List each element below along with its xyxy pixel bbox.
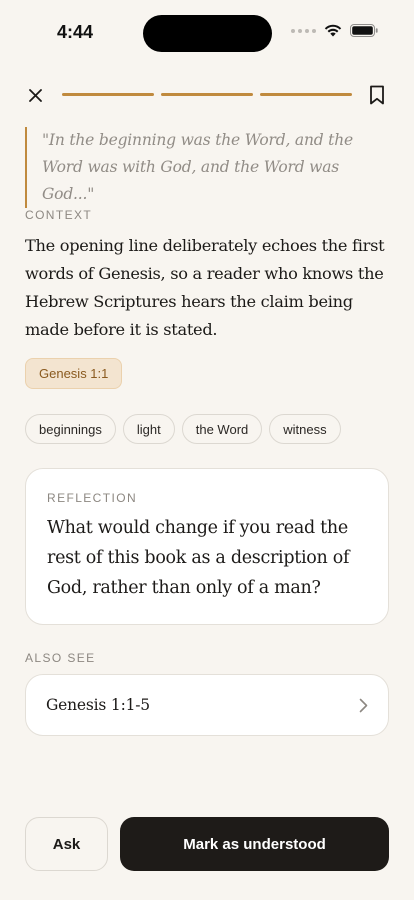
status-icons — [291, 24, 378, 37]
progress-bar — [62, 93, 352, 96]
mark-understood-button[interactable]: Mark as understood — [120, 817, 389, 871]
wifi-icon — [324, 24, 342, 37]
tag-chip[interactable]: beginnings — [25, 414, 116, 444]
progress-segment — [260, 93, 352, 96]
context-body: The opening line deliberately echoes the… — [25, 236, 385, 339]
header — [0, 80, 414, 110]
scripture-quote: "In the beginning was the Word, and the … — [25, 127, 390, 208]
reflection-card: REFLECTION What would change if you read… — [25, 468, 389, 625]
context-label: CONTEXT — [25, 208, 93, 222]
tag-chip[interactable]: witness — [269, 414, 341, 444]
status-time: 4:44 — [57, 22, 94, 42]
progress-segment — [161, 93, 253, 96]
reflection-prompt: What would change if you read the rest o… — [47, 518, 350, 598]
signal-dots-icon — [291, 28, 316, 33]
status-bar: 4:44 — [0, 0, 414, 64]
bookmark-button[interactable] — [369, 85, 389, 107]
reference-chip[interactable]: Genesis 1:1 — [25, 358, 123, 389]
also-see-item-label: Genesis 1:1-5 — [46, 696, 150, 714]
tag-list: beginnings light the Word witness — [25, 414, 341, 444]
chevron-right-icon — [359, 698, 368, 712]
close-button[interactable] — [25, 85, 45, 105]
battery-icon — [350, 24, 378, 37]
close-icon — [28, 88, 42, 102]
also-see-item[interactable]: Genesis 1:1-5 — [25, 674, 389, 736]
tag-chip[interactable]: light — [122, 414, 175, 444]
reflection-label: REFLECTION — [47, 491, 138, 505]
dynamic-island — [143, 15, 272, 52]
also-see-label: ALSO SEE — [25, 651, 96, 665]
bookmark-icon — [370, 85, 384, 105]
tag-chip[interactable]: the Word — [181, 414, 263, 444]
ask-button[interactable]: Ask — [25, 817, 108, 871]
progress-segment — [62, 93, 154, 96]
